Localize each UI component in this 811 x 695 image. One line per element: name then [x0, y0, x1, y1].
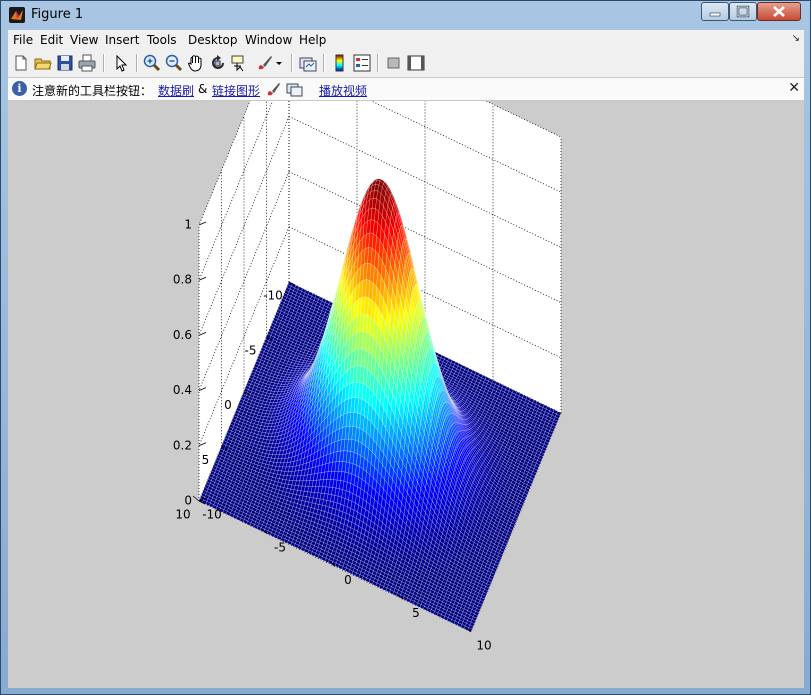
menu-view[interactable]: View [70, 33, 98, 47]
new-figure-icon[interactable] [11, 53, 31, 73]
zoom-in-icon[interactable] [142, 53, 162, 73]
brush-icon[interactable] [255, 53, 275, 73]
toolbar-separator [103, 54, 105, 72]
toolbar-separator [377, 54, 379, 72]
info-icon: i [12, 81, 27, 96]
link-plot-link[interactable]: 链接图形 [212, 82, 260, 99]
window-title: Figure 1 [31, 7, 84, 22]
play-video-link[interactable]: 播放视频 [319, 82, 367, 99]
edit-plot-icon[interactable] [111, 53, 131, 73]
data-cursor-icon[interactable] [230, 53, 250, 73]
brush-dropdown-icon[interactable] [274, 53, 286, 73]
toolbar-separator [136, 54, 138, 72]
zoom-out-icon[interactable] [164, 53, 184, 73]
open-file-icon[interactable] [33, 53, 53, 73]
close-icon[interactable]: ✕ [788, 80, 800, 96]
menu-overflow-icon[interactable]: ↘ [792, 33, 800, 44]
link-plot-icon[interactable] [286, 81, 304, 100]
toolbar-separator [323, 54, 325, 72]
maximize-button[interactable] [729, 2, 757, 21]
brush-icon[interactable] [266, 81, 282, 100]
surface-plot[interactable]: 00.20.40.60.81-10-50510 -10-50510 [8, 101, 804, 688]
rotate-3d-icon[interactable] [208, 53, 228, 73]
save-icon[interactable] [55, 53, 75, 73]
data-brush-link[interactable]: 数据刷 [158, 82, 194, 99]
matlab-app-icon [9, 7, 25, 23]
link-plot-icon[interactable] [298, 53, 318, 73]
info-bar: i 注意新的工具栏按钮： 数据刷 & 链接图形 播放视频 ✕ [8, 78, 804, 101]
menu-tools[interactable]: Tools [147, 33, 177, 47]
hide-plot-tools-icon[interactable] [384, 53, 404, 73]
title-bar[interactable]: Figure 1 [1, 1, 810, 29]
pan-icon[interactable] [186, 53, 206, 73]
info-ampersand: & [198, 82, 208, 96]
menu-file[interactable]: File [13, 33, 33, 47]
minimize-button[interactable] [701, 2, 729, 21]
show-plot-tools-icon[interactable] [406, 53, 426, 73]
info-message: 注意新的工具栏按钮： [32, 84, 153, 98]
toolbar-separator [291, 54, 293, 72]
menu-help[interactable]: Help [299, 33, 326, 47]
figure-window: Figure 1 File Edit View Insert Tools Des… [0, 0, 811, 695]
legend-icon[interactable] [352, 53, 372, 73]
menu-bar: File Edit View Insert Tools Desktop Wind… [8, 30, 804, 51]
toolbar [8, 50, 804, 78]
menu-insert[interactable]: Insert [105, 33, 139, 47]
colorbar-icon[interactable] [330, 53, 350, 73]
figure-canvas: 0 0.2 0.4 0.6 0.8 1 -10 -5 0 5 10 -10 -5 0 5 10 [8, 101, 804, 688]
menu-edit[interactable]: Edit [40, 33, 63, 47]
print-icon[interactable] [77, 53, 97, 73]
close-button[interactable] [757, 2, 801, 21]
menu-desktop[interactable]: Desktop [188, 33, 238, 47]
menu-window[interactable]: Window [245, 33, 292, 47]
